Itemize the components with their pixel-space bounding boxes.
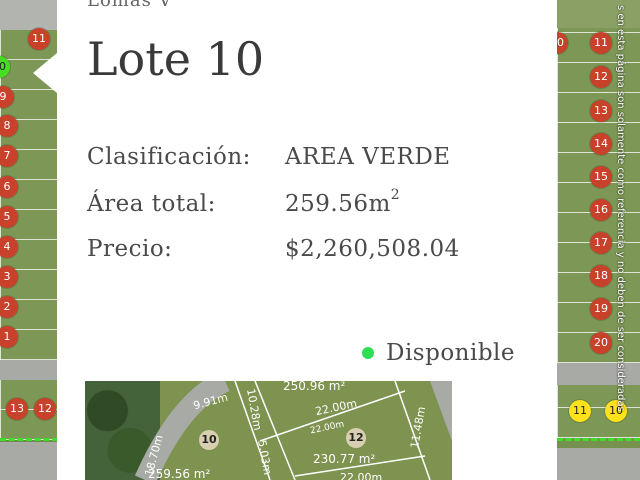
classification-value: AREA VERDE <box>285 144 451 170</box>
lot-marker[interactable]: 12 <box>590 66 612 88</box>
lot-marker[interactable]: 14 <box>590 133 612 155</box>
lot-marker-selected[interactable]: 11 <box>569 400 591 422</box>
classification-label: Clasificación: <box>87 144 251 170</box>
area-number: 259.56m <box>285 191 391 217</box>
price-label: Precio: <box>87 236 173 262</box>
lot-marker[interactable]: 18 <box>590 265 612 287</box>
plan-area-label: 230.77 m² <box>313 452 376 466</box>
lot-marker[interactable]: 15 <box>590 166 612 188</box>
lot-marker[interactable]: 19 <box>590 298 612 320</box>
subdivision-name: Lomas V <box>87 0 173 11</box>
area-value: 259.56m2 <box>285 187 400 217</box>
lot-marker[interactable]: 13 <box>6 398 28 420</box>
lot-detail-card: Lomas V Lote 10 Clasificación: AREA VERD… <box>33 0 557 480</box>
card-pointer <box>33 53 57 93</box>
plan-lot-number: 12 <box>346 428 366 448</box>
disclaimer-note: s en esta página son solamente como refe… <box>612 5 630 480</box>
plan-area-label: 259.56 m² <box>148 467 211 480</box>
road <box>0 442 58 480</box>
availability-status: Disponible <box>362 340 515 366</box>
lot-marker[interactable]: 13 <box>590 100 612 122</box>
status-dot-icon <box>362 347 374 359</box>
plan-area-label: 250.96 m² <box>283 381 346 393</box>
status-text: Disponible <box>386 340 516 366</box>
road <box>0 0 58 30</box>
price-value: $2,260,508.04 <box>285 236 460 262</box>
plan-dimension-label: 22.00m <box>340 471 383 480</box>
lot-marker[interactable]: 16 <box>590 199 612 221</box>
lot-plan-image: 250.96 m² 9.91m 10.28m 22.00m 11.48m 18.… <box>85 381 452 480</box>
area-unit-exponent: 2 <box>390 187 401 203</box>
lot-title: Lote 10 <box>87 32 265 86</box>
available-boundary <box>0 438 58 441</box>
lot-marker[interactable]: 17 <box>590 232 612 254</box>
lot-marker[interactable]: 11 <box>28 28 50 50</box>
road <box>0 360 58 380</box>
lot-marker[interactable]: 12 <box>34 398 56 420</box>
lot-marker[interactable]: 11 <box>590 32 612 54</box>
lot-marker[interactable]: 20 <box>590 332 612 354</box>
disclaimer-text: s en esta página son solamente como refe… <box>615 5 626 412</box>
plan-lot-number: 10 <box>199 430 219 450</box>
area-label: Área total: <box>87 191 216 217</box>
